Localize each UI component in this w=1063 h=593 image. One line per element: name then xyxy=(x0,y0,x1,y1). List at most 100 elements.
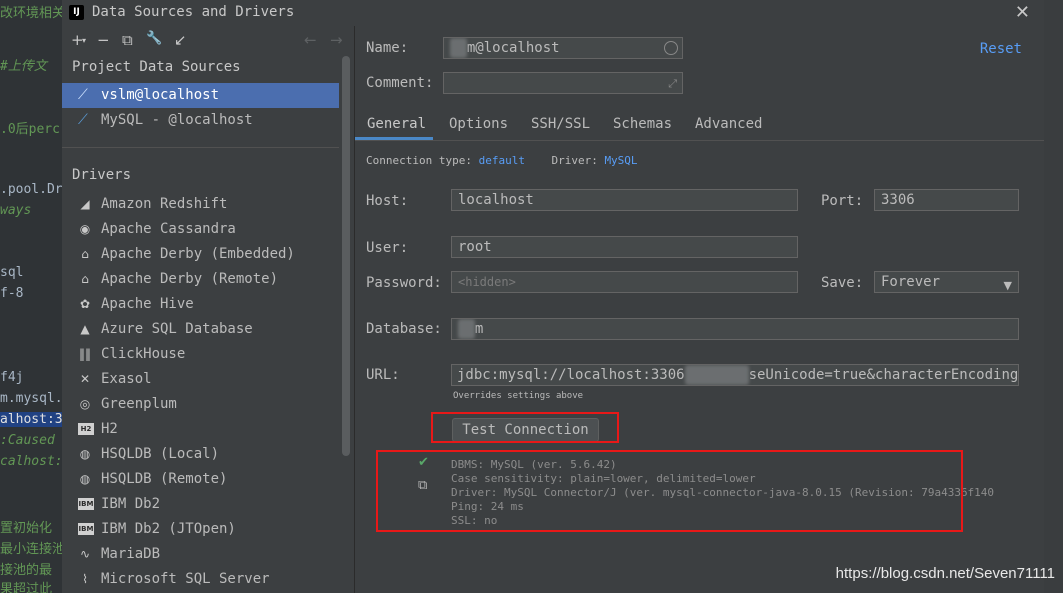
editor-line: ways xyxy=(0,203,32,218)
editor-line: f-8 xyxy=(0,286,24,301)
user-field[interactable]: root xyxy=(451,236,798,258)
mysql-icon: ⟋ xyxy=(78,87,88,103)
password-label: Password: xyxy=(366,275,442,291)
save-dropdown[interactable]: Forever ▼ xyxy=(874,271,1019,293)
driver-item[interactable]: ✕ Exasol xyxy=(62,367,339,392)
close-icon[interactable]: ✕ xyxy=(1015,2,1030,23)
driver-item[interactable]: ◎ Greenplum xyxy=(62,392,339,417)
driver-item[interactable]: ◢ Amazon Redshift xyxy=(62,192,339,217)
database-field[interactable]: xxm xyxy=(451,318,1019,340)
driver-item[interactable]: ◍ HSQLDB (Local) xyxy=(62,442,339,467)
driver-icon: ⌂ xyxy=(81,247,89,261)
tab-ssh-ssl[interactable]: SSH/SSL xyxy=(531,116,590,132)
url-field[interactable]: jdbc:mysql://localhost:3306xxxxxxxseUnic… xyxy=(451,364,1019,386)
data-source-label: MySQL - @localhost xyxy=(101,112,253,128)
editor-line: #上传文 xyxy=(0,59,47,74)
editor-line: :Caused xyxy=(0,433,55,448)
driver-item[interactable]: ◍ HSQLDB (Remote) xyxy=(62,467,339,492)
add-dropdown-icon[interactable]: ▾ xyxy=(82,36,86,45)
back-icon[interactable]: ← xyxy=(304,31,317,49)
driver-label: Driver: xyxy=(551,154,598,167)
connection-type-link[interactable]: default xyxy=(479,154,525,167)
driver-label: Microsoft SQL Server xyxy=(101,571,270,587)
mysql-icon: ⟋ xyxy=(78,112,88,128)
duplicate-icon[interactable]: ⧉ xyxy=(122,31,133,49)
tab-general[interactable]: General xyxy=(367,116,426,132)
driver-icon: ◍ xyxy=(79,472,91,486)
driver-item[interactable]: IBM IBM Db2 xyxy=(62,492,339,517)
driver-link[interactable]: MySQL xyxy=(604,154,637,167)
host-field[interactable]: localhost xyxy=(451,189,798,211)
intellij-icon: IJ xyxy=(69,5,84,20)
color-circle-icon[interactable] xyxy=(664,41,678,55)
wrench-icon[interactable]: 🔧 xyxy=(146,31,162,46)
name-field[interactable]: xxm@localhost xyxy=(443,37,683,59)
dialog-title: Data Sources and Drivers xyxy=(92,4,295,20)
comment-field[interactable]: ⤢ xyxy=(443,72,683,94)
port-field[interactable]: 3306 xyxy=(874,189,1019,211)
driver-icon: ∿ xyxy=(79,547,91,561)
driver-icon: ✕ xyxy=(79,372,91,386)
comment-label: Comment: xyxy=(366,75,434,91)
driver-icon: ◍ xyxy=(79,447,91,461)
editor-line: 置初始化 xyxy=(0,521,53,536)
driver-label: H2 xyxy=(101,421,118,437)
drivers-title: Drivers xyxy=(72,167,132,183)
driver-item[interactable]: IBM IBM Db2 (JTOpen) xyxy=(62,517,339,542)
driver-item[interactable]: ◉ Apache Cassandra xyxy=(62,217,339,242)
driver-icon: ◎ xyxy=(79,397,91,411)
editor-line: calhost: xyxy=(0,454,63,469)
remove-icon[interactable]: − xyxy=(97,31,110,49)
url-note: Overrides settings above xyxy=(453,391,584,401)
editor-line: 改环境相关 xyxy=(0,6,64,21)
chevron-down-icon: ▼ xyxy=(1003,279,1012,292)
editor-line: 接池的最 xyxy=(0,563,53,578)
tab-schemas[interactable]: Schemas xyxy=(613,116,672,132)
data-source-label: vslm@localhost xyxy=(101,87,220,103)
port-label: Port: xyxy=(821,193,864,209)
annotation-box xyxy=(376,450,963,532)
driver-item[interactable]: ‖‖ ClickHouse xyxy=(62,342,339,367)
redacted-text: xx xyxy=(458,319,475,339)
data-sources-dialog: IJ Data Sources and Drivers ✕ + ▾ − ⧉ 🔧 … xyxy=(62,0,1044,593)
driver-item[interactable]: H2 H2 xyxy=(62,417,339,442)
data-source-item[interactable]: ⟋ vslm@localhost xyxy=(62,83,339,108)
forward-icon[interactable]: → xyxy=(330,31,343,49)
url-label: URL: xyxy=(366,367,400,383)
host-label: Host: xyxy=(366,193,409,209)
editor-line: alhost:3 xyxy=(0,412,63,427)
driver-icon: ◢ xyxy=(80,197,90,211)
driver-item[interactable]: ∿ MariaDB xyxy=(62,542,339,567)
driver-icon: ◉ xyxy=(79,222,91,236)
driver-label: Apache Hive xyxy=(101,296,194,312)
tab-bar: General Options SSH/SSL Schemas Advanced xyxy=(355,110,1044,141)
editor-line: .0后perc xyxy=(0,122,60,137)
sidebar-scrollbar[interactable] xyxy=(342,56,350,456)
driver-label: Amazon Redshift xyxy=(101,196,228,212)
divider xyxy=(62,147,339,148)
driver-item[interactable]: ▲ Azure SQL Database xyxy=(62,317,339,342)
reset-link[interactable]: Reset xyxy=(980,41,1022,57)
tab-advanced[interactable]: Advanced xyxy=(695,116,762,132)
expand-icon[interactable]: ⤢ xyxy=(668,74,677,93)
import-icon[interactable]: ↙ xyxy=(174,31,187,49)
tab-options[interactable]: Options xyxy=(449,116,508,132)
password-field[interactable]: <hidden> xyxy=(451,271,798,293)
driver-icon: IBM xyxy=(78,523,94,535)
driver-label: IBM Db2 (JTOpen) xyxy=(101,521,236,537)
driver-icon: ✿ xyxy=(79,297,91,311)
driver-icon: ⌇ xyxy=(82,572,88,586)
driver-item[interactable]: ⌂ Apache Derby (Remote) xyxy=(62,267,339,292)
driver-label: IBM Db2 xyxy=(101,496,161,512)
driver-label: Apache Derby (Remote) xyxy=(101,271,279,287)
data-source-item[interactable]: ⟋ MySQL - @localhost xyxy=(62,108,339,133)
project-data-sources-title: Project Data Sources xyxy=(72,59,241,75)
background-editor: 改环境相关 #上传文 .0后perc .pool.Dr ways sql f-8 f4j m.m… xyxy=(0,0,64,593)
watermark: https://blog.csdn.net/Seven71111 xyxy=(835,565,1055,582)
driver-label: ClickHouse xyxy=(101,346,186,362)
save-label: Save: xyxy=(821,275,864,291)
editor-line: sql xyxy=(0,265,24,280)
driver-item[interactable]: ⌂ Apache Derby (Embedded) xyxy=(62,242,339,267)
driver-item[interactable]: ⌇ Microsoft SQL Server xyxy=(62,567,339,592)
driver-item[interactable]: ✿ Apache Hive xyxy=(62,292,339,317)
